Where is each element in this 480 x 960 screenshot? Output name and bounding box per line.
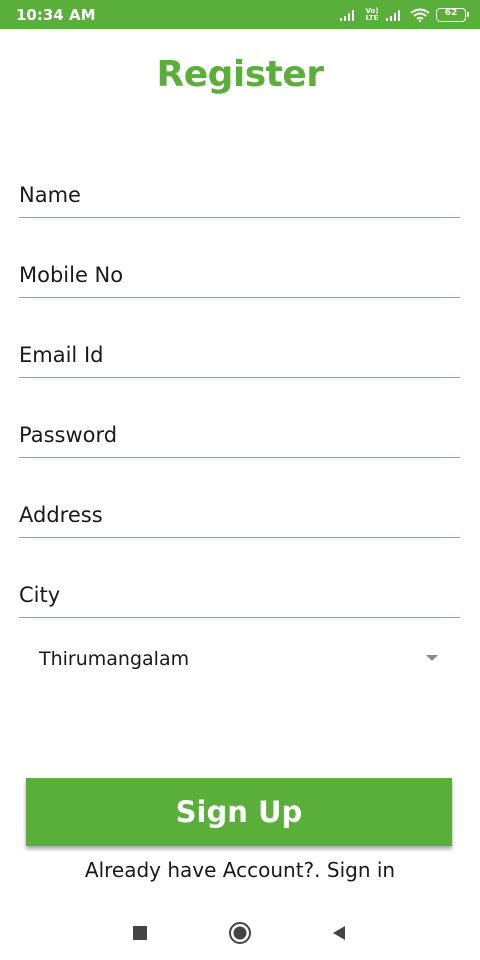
signal-icon <box>340 10 354 21</box>
recent-apps-button[interactable] <box>127 920 153 946</box>
city-input[interactable] <box>19 583 460 607</box>
home-button[interactable] <box>227 920 253 946</box>
city-dropdown-value: Thirumangalam <box>39 648 190 670</box>
back-button[interactable] <box>326 920 352 946</box>
name-input[interactable] <box>19 183 460 207</box>
city-field[interactable] <box>19 572 460 618</box>
email-field[interactable] <box>19 332 460 378</box>
address-field[interactable] <box>19 492 460 538</box>
name-field[interactable] <box>19 172 460 218</box>
page-title: Register <box>156 54 324 95</box>
password-input[interactable] <box>19 423 460 447</box>
volte-icon: Vo) LTE <box>364 8 380 22</box>
mobile-input[interactable] <box>19 263 460 287</box>
email-input[interactable] <box>19 343 460 367</box>
mobile-field[interactable] <box>19 252 460 298</box>
recent-apps-icon <box>133 926 147 940</box>
signal-icon <box>386 10 400 21</box>
signup-button[interactable]: Sign Up <box>26 778 452 846</box>
nav-bar <box>0 906 480 960</box>
address-input[interactable] <box>19 503 460 527</box>
battery-level: 62 <box>444 8 458 18</box>
signin-link[interactable]: Already have Account?. Sign in <box>0 858 480 882</box>
status-icons: Vo) LTE 62 <box>340 5 469 25</box>
status-time: 10:34 AM <box>16 6 96 24</box>
status-bar: 10:34 AM Vo) LTE 62 <box>0 0 480 29</box>
dropdown-arrow-icon <box>426 655 438 661</box>
password-field[interactable] <box>19 412 460 458</box>
home-icon <box>229 922 251 944</box>
back-icon <box>333 926 345 940</box>
network-label: Vo) LTE <box>365 7 379 22</box>
city-dropdown[interactable]: Thirumangalam <box>19 640 460 678</box>
wifi-icon <box>410 8 430 22</box>
battery-icon: 62 <box>436 8 469 22</box>
